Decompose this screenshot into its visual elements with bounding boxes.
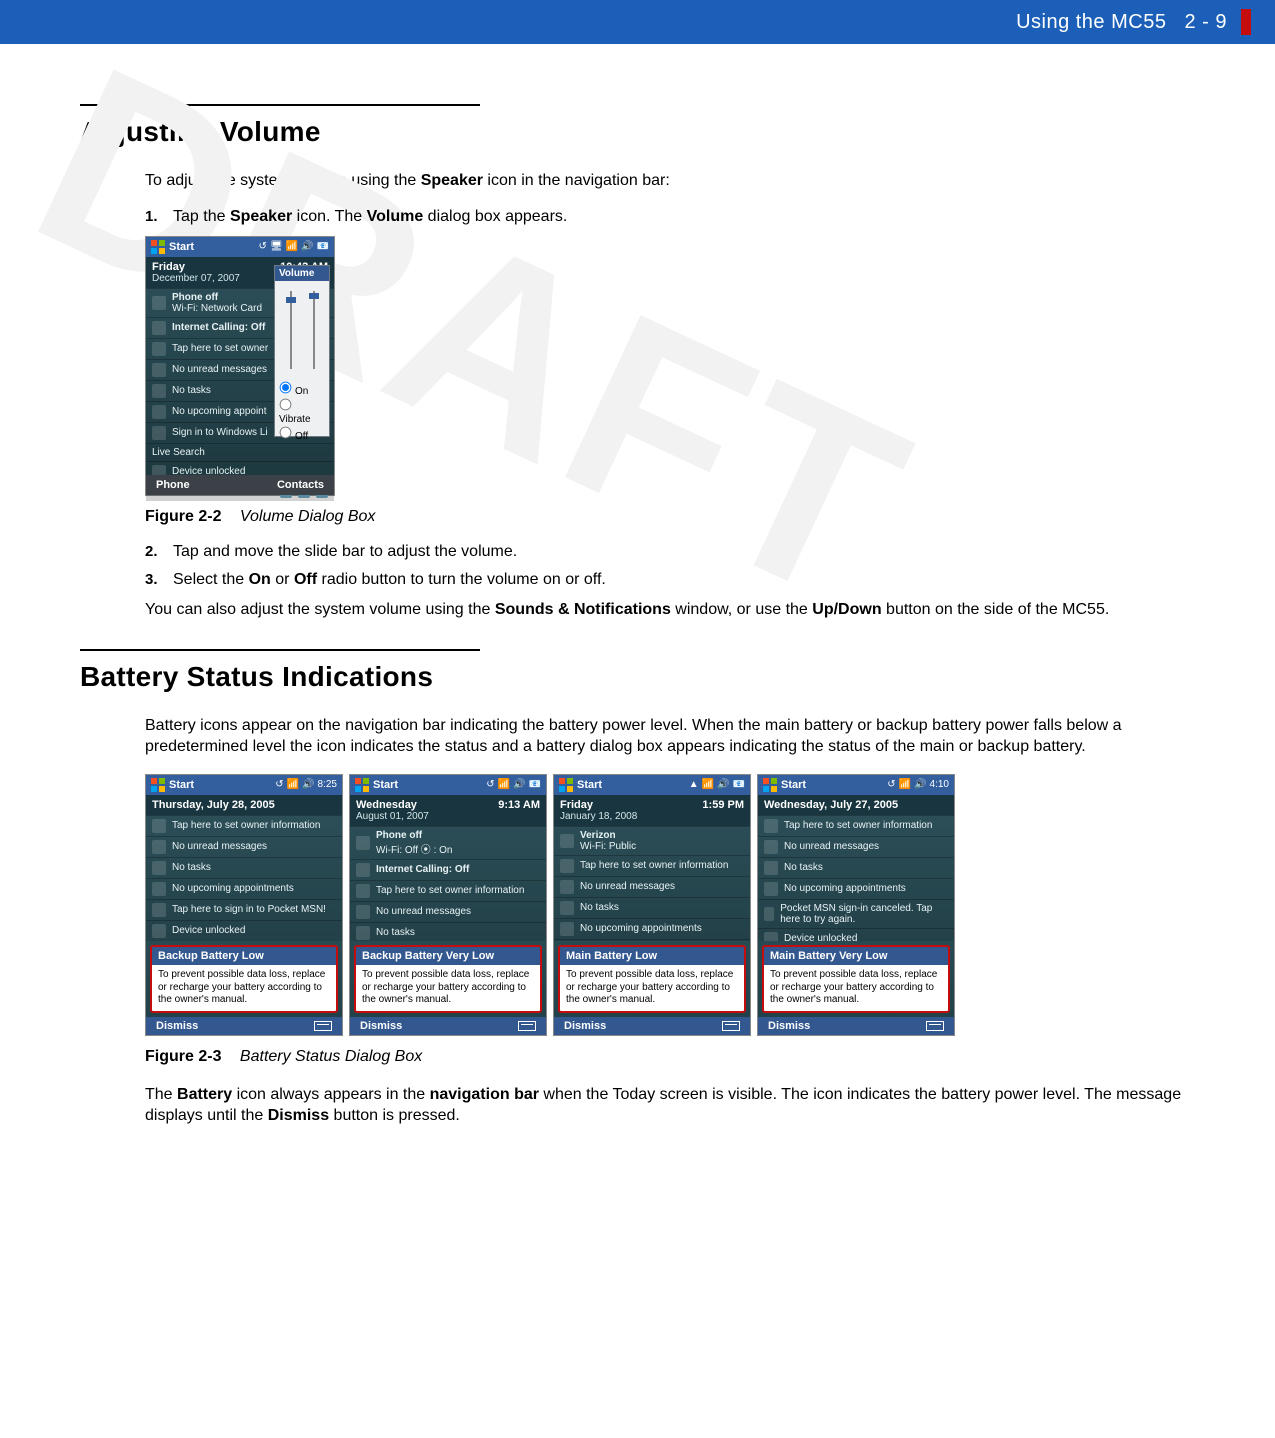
phone-call-icon: [152, 321, 166, 335]
header-page: 2 - 9: [1184, 11, 1227, 34]
heading-adjusting-volume: Adjusting Volume: [80, 116, 1195, 148]
page-content: DRAFT Adjusting Volume To adjust the sys…: [0, 44, 1275, 1183]
volume-radio-off[interactable]: Off: [279, 426, 325, 442]
step-2: 2.Tap and move the slide bar to adjust t…: [145, 543, 1195, 561]
shot1-softkey-left: Phone: [156, 479, 190, 491]
battery-alert-3: Main Battery Very Low To prevent possibl…: [762, 945, 950, 1013]
figure-2-2-screenshot: Start ↺🖥📶🔊📧 Friday December 07, 2007 10:…: [145, 236, 335, 496]
shot1-day: Friday: [152, 261, 240, 273]
section1-steps: 1. Tap the Speaker icon. The Volume dial…: [145, 208, 1195, 226]
calendar-icon: [152, 405, 166, 419]
keyboard-icon[interactable]: [518, 1021, 536, 1031]
header-chapter: Using the MC55: [1016, 11, 1166, 34]
msn-icon: [152, 426, 166, 440]
mail-icon: [152, 363, 166, 377]
section2-para1: Battery icons appear on the navigation b…: [145, 715, 1195, 758]
windows-start-icon: [763, 778, 777, 792]
ringer-volume-slider[interactable]: [308, 287, 320, 373]
heading-battery-status: Battery Status Indications: [80, 661, 1195, 693]
battery-alert-1: Backup Battery Very Low To prevent possi…: [354, 945, 542, 1013]
shot1-start-label: Start: [169, 241, 194, 253]
volume-radio-vibrate[interactable]: Vibrate: [279, 398, 325, 425]
volume-popup-title: Volume: [275, 266, 329, 281]
battery-alert-0: Backup Battery Low To prevent possible d…: [150, 945, 338, 1013]
volume-radio-on[interactable]: On: [279, 381, 325, 397]
keyboard-icon[interactable]: [926, 1021, 944, 1031]
section1-body: To adjust the system volume using the Sp…: [145, 170, 1195, 621]
figure-2-3-screenshots: Start↺📶🔊8:25 Thursday, July 28, 2005 Tap…: [145, 774, 1195, 1036]
section-rule-2: [80, 649, 480, 651]
section2-closing: The Battery icon always appears in the n…: [145, 1084, 1195, 1127]
page-header: Using the MC55 2 - 9: [0, 0, 1275, 44]
windows-start-icon: [151, 240, 165, 254]
shot1-softkeys: Phone Contacts: [146, 475, 334, 495]
section1-steps-cont: 2.Tap and move the slide bar to adjust t…: [145, 543, 1195, 589]
dismiss-button[interactable]: Dismiss: [156, 1020, 198, 1032]
section-rule: [80, 104, 480, 106]
battery-shot-2: Start▲📶🔊📧 FridayJanuary 18, 20081:59 PM …: [553, 774, 751, 1036]
windows-start-icon: [355, 778, 369, 792]
battery-shot-0: Start↺📶🔊8:25 Thursday, July 28, 2005 Tap…: [145, 774, 343, 1036]
battery-alert-2: Main Battery Low To prevent possible dat…: [558, 945, 746, 1013]
keyboard-icon[interactable]: [722, 1021, 740, 1031]
figure-2-2-caption: Figure 2-2 Volume Dialog Box: [145, 506, 1195, 528]
owner-icon: [152, 342, 166, 356]
dismiss-button[interactable]: Dismiss: [360, 1020, 402, 1032]
phone-icon: [152, 296, 166, 310]
keyboard-icon[interactable]: [314, 1021, 332, 1031]
windows-start-icon: [151, 778, 165, 792]
section1-intro: To adjust the system volume using the Sp…: [145, 170, 1195, 192]
shot1-date: December 07, 2007: [152, 273, 240, 284]
figure-2-3-caption: Figure 2-3 Battery Status Dialog Box: [145, 1046, 1195, 1068]
volume-popup: Volume On Vibrate Off: [274, 265, 330, 437]
step-3: 3. Select the On or Off radio button to …: [145, 571, 1195, 589]
shot1-row-search: Live Search: [146, 443, 334, 461]
shot1-status-icons: ↺🖥📶🔊📧: [259, 241, 329, 252]
dismiss-button[interactable]: Dismiss: [768, 1020, 810, 1032]
dismiss-button[interactable]: Dismiss: [564, 1020, 606, 1032]
section2-body: Battery icons appear on the navigation b…: [145, 715, 1195, 1127]
windows-start-icon: [559, 778, 573, 792]
shot1-titlebar: Start ↺🖥📶🔊📧: [146, 237, 334, 257]
battery-shot-1: Start↺📶🔊📧 WednesdayAugust 01, 20079:13 A…: [349, 774, 547, 1036]
system-volume-slider[interactable]: [285, 287, 297, 373]
shot1-softkey-right: Contacts: [277, 479, 324, 491]
step-1: 1. Tap the Speaker icon. The Volume dial…: [145, 208, 1195, 226]
tasks-icon: [152, 384, 166, 398]
section1-closing: You can also adjust the system volume us…: [145, 599, 1195, 621]
battery-shot-3: Start↺📶🔊4:10 Wednesday, July 27, 2005 Ta…: [757, 774, 955, 1036]
header-marker: [1241, 9, 1251, 35]
